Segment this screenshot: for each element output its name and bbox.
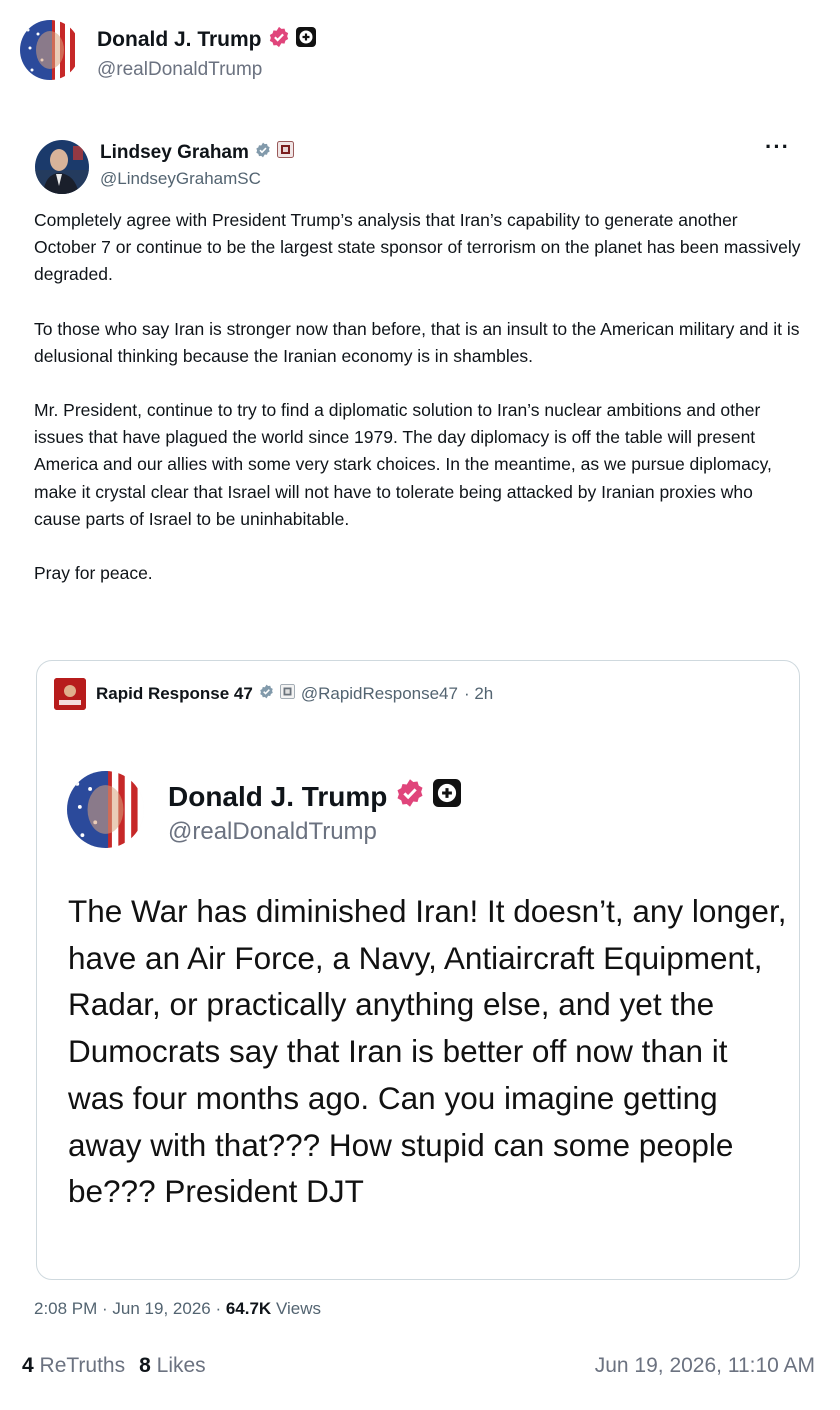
- quoted-embedded-author-name: Donald J. Trump: [168, 778, 462, 815]
- verified-badge-icon: [268, 26, 290, 54]
- rapid-response-logo-icon: [54, 678, 86, 710]
- quoted-author-avatar: [67, 771, 144, 848]
- post-stats: 4 ReTruths 8 Likes: [22, 1354, 206, 1378]
- more-options-button[interactable]: ···: [765, 134, 790, 160]
- likes-stat[interactable]: 8 Likes: [139, 1354, 206, 1377]
- tweet-paragraph: To those who say Iran is stronger now th…: [34, 318, 800, 366]
- tweet-author-name-text: Lindsey Graham: [100, 141, 249, 163]
- outer-author-name[interactable]: Donald J. Trump: [97, 26, 316, 54]
- quoted-post-text: The War has diminished Iran! It doesn’t,…: [68, 893, 787, 1210]
- outer-author-handle[interactable]: @realDonaldTrump: [97, 59, 262, 81]
- quoted-account-handle: @RapidResponse47: [300, 684, 458, 703]
- plus-badge-icon: [295, 27, 316, 53]
- tweet-paragraph: Pray for peace.: [34, 563, 153, 584]
- outer-author-name-text: Donald J. Trump: [97, 28, 262, 51]
- tweet-paragraph: Mr. President, continue to try to find a…: [34, 400, 772, 529]
- retruths-count: 4: [22, 1354, 34, 1377]
- verified-badge-icon: [395, 778, 425, 815]
- tweet-time-text: 2:08 PM · Jun 19, 2026 ·: [34, 1299, 222, 1318]
- post-date[interactable]: Jun 19, 2026, 11:10 AM: [595, 1354, 815, 1378]
- gray-verified-icon: [259, 684, 274, 704]
- quoted-embedded-author-name-text: Donald J. Trump: [168, 780, 388, 812]
- views-count: 64.7K: [225, 1299, 272, 1318]
- tweet-author-handle[interactable]: @LindseyGrahamSC: [100, 169, 261, 189]
- tweet-body: Completely agree with President Trump’s …: [34, 207, 804, 614]
- quoted-post-header[interactable]: Rapid Response 47 @RapidResponse47 · 2h: [54, 678, 493, 710]
- retruths-stat[interactable]: 4 ReTruths: [22, 1354, 125, 1377]
- outer-author-avatar[interactable]: [20, 20, 80, 80]
- likes-label: Likes: [156, 1354, 206, 1377]
- plus-badge-icon: [433, 779, 462, 814]
- tweet-author-avatar[interactable]: [35, 140, 89, 194]
- quoted-embedded-author-handle: @realDonaldTrump: [168, 818, 377, 845]
- government-badge-icon: [279, 684, 295, 704]
- government-badge-icon: [276, 141, 294, 164]
- tweet-paragraph: Completely agree with President Trump’s …: [34, 210, 801, 285]
- quoted-post-age: · 2h: [463, 684, 494, 703]
- tweet-timestamp[interactable]: 2:08 PM · Jun 19, 2026 · 64.7K Views: [34, 1299, 321, 1319]
- views-label: Views: [275, 1299, 321, 1318]
- gray-verified-icon: [255, 142, 271, 164]
- quoted-account-name: Rapid Response 47: [96, 684, 253, 703]
- tweet-author-name[interactable]: Lindsey Graham: [100, 141, 294, 164]
- likes-count: 8: [139, 1354, 151, 1377]
- retruths-label: ReTruths: [39, 1354, 126, 1377]
